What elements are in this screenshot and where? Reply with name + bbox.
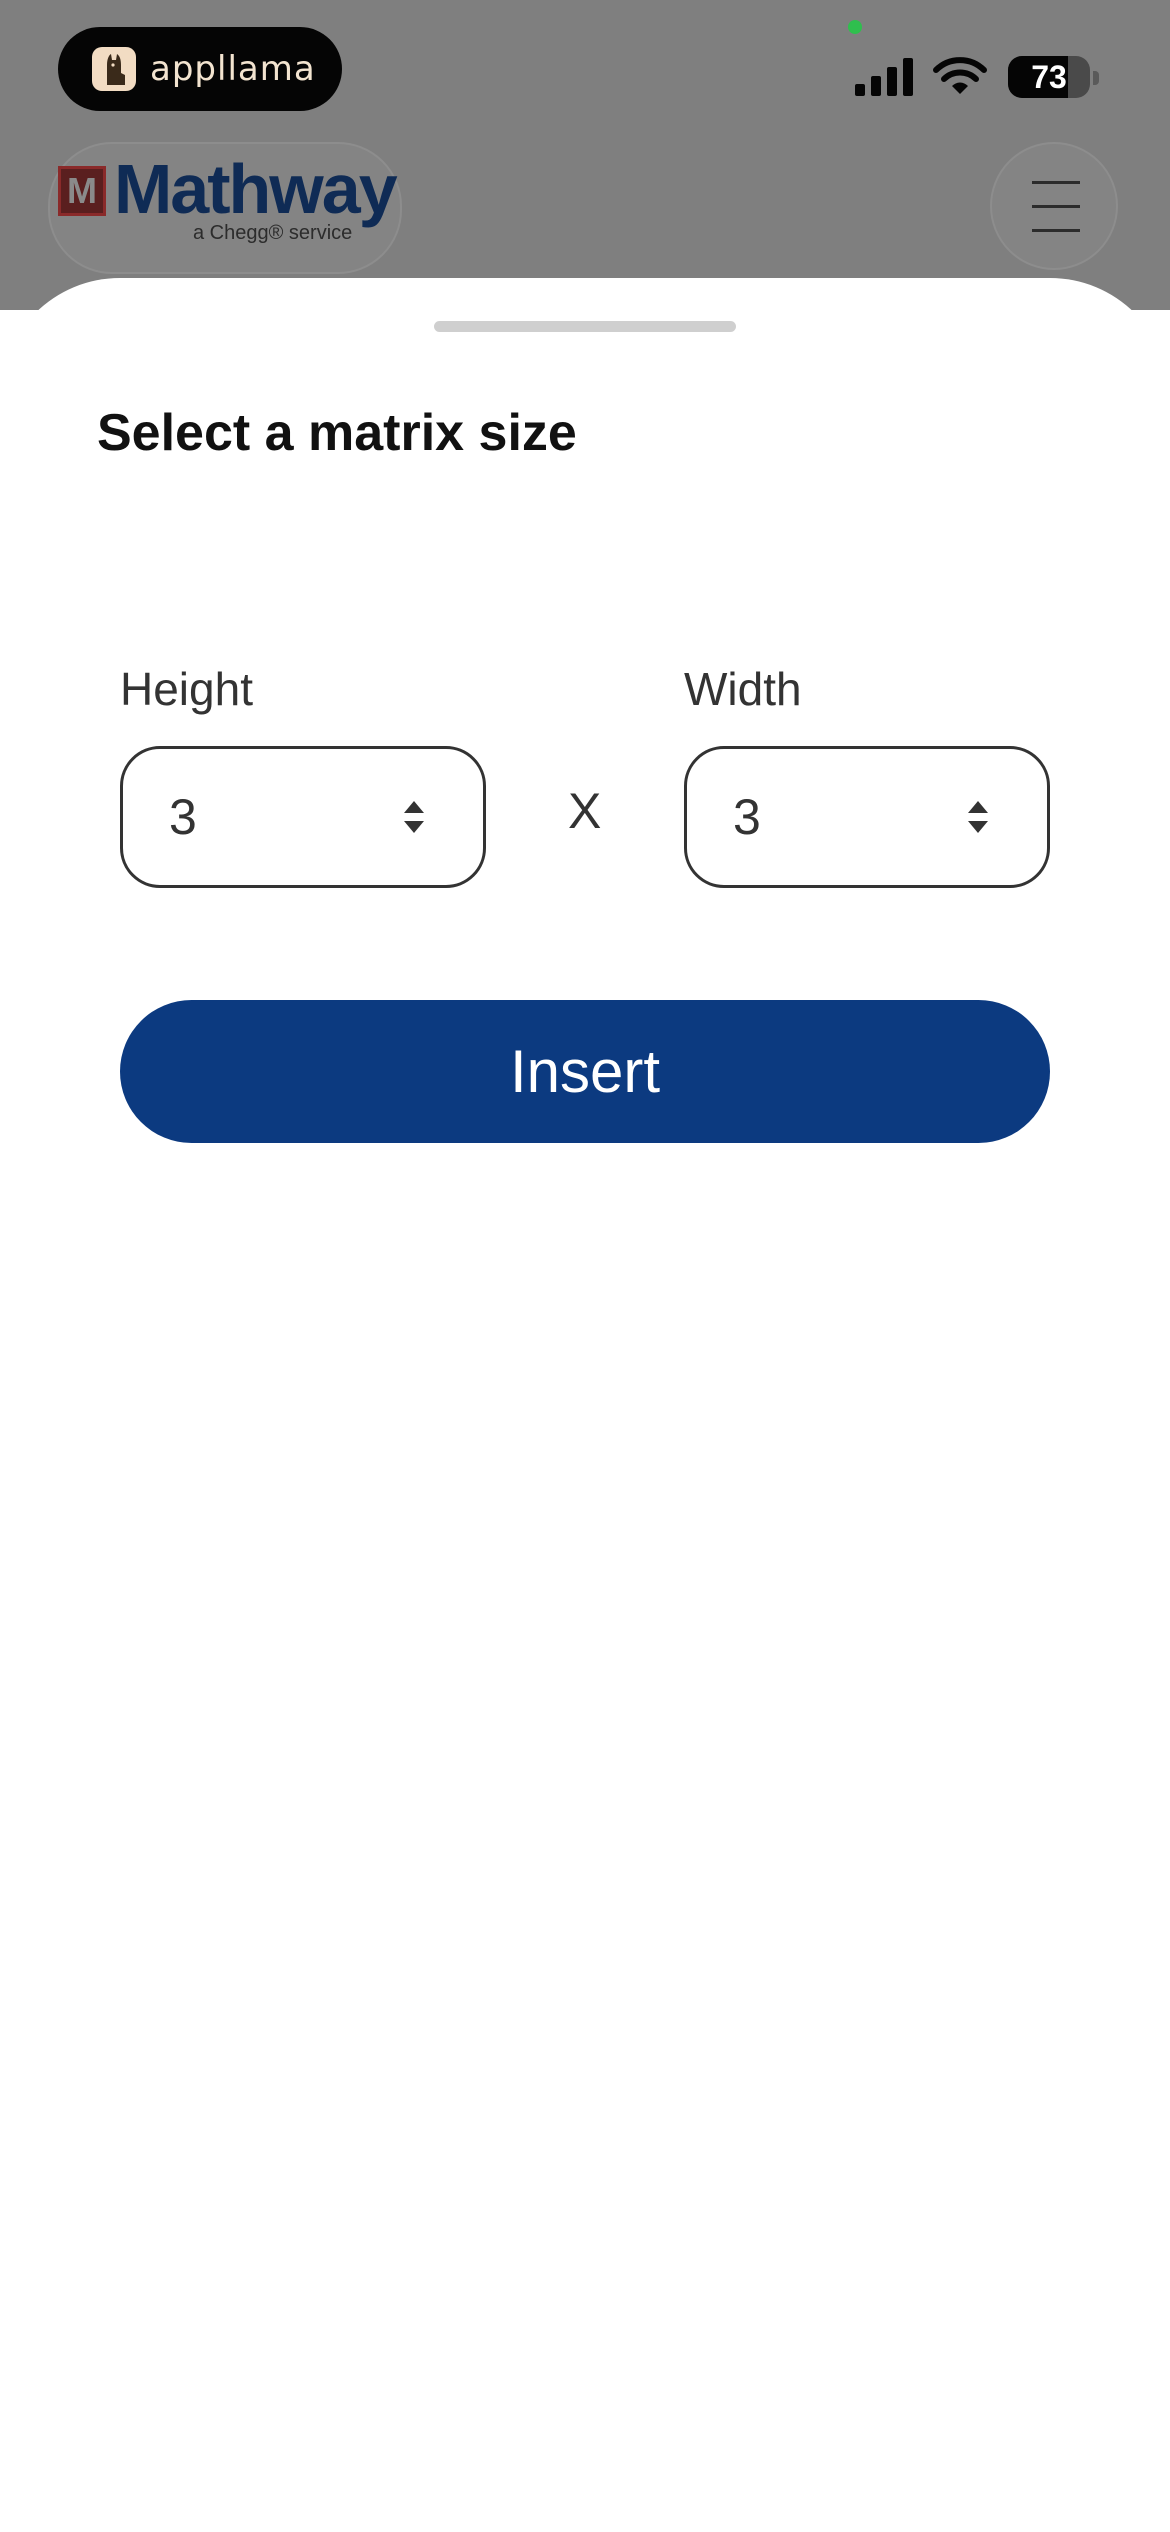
width-select[interactable]: 3 [684,746,1050,888]
camera-in-use-indicator [848,20,862,34]
sheet-grabber-handle[interactable] [434,321,736,332]
width-select-value: 3 [733,789,761,845]
cellular-signal-icon [855,58,913,96]
height-select[interactable]: 3 [120,746,486,888]
matrix-size-screen: appllama 73 M Mathway a Chegg® service S… [0,0,1170,2532]
app-name: appllama [150,49,316,89]
matrix-size-sheet [0,278,1170,2532]
height-select-value: 3 [169,789,197,845]
matrix-times-symbol: X [568,783,602,839]
hamburger-menu-icon-line [1032,229,1080,232]
sheet-title: Select a matrix size [97,404,577,462]
hamburger-menu-icon-line [1032,205,1080,208]
mathway-logo-mark: M [58,166,106,216]
appllama-status-pill: appllama [58,27,342,111]
up-down-chevron-icon [968,801,988,833]
up-down-chevron-icon [404,801,424,833]
llama-icon [92,47,136,91]
hamburger-menu-icon [1032,181,1080,184]
battery-indicator: 73 [1008,56,1090,98]
mathway-logo-subtitle: a Chegg® service [193,222,353,244]
height-label: Height [120,663,253,715]
mathway-logo-text: Mathway [114,150,398,228]
width-label: Width [684,663,802,715]
battery-cap [1093,71,1099,85]
insert-button[interactable]: Insert [120,1000,1050,1143]
battery-level: 73 [1031,58,1067,95]
wifi-icon [933,57,987,94]
